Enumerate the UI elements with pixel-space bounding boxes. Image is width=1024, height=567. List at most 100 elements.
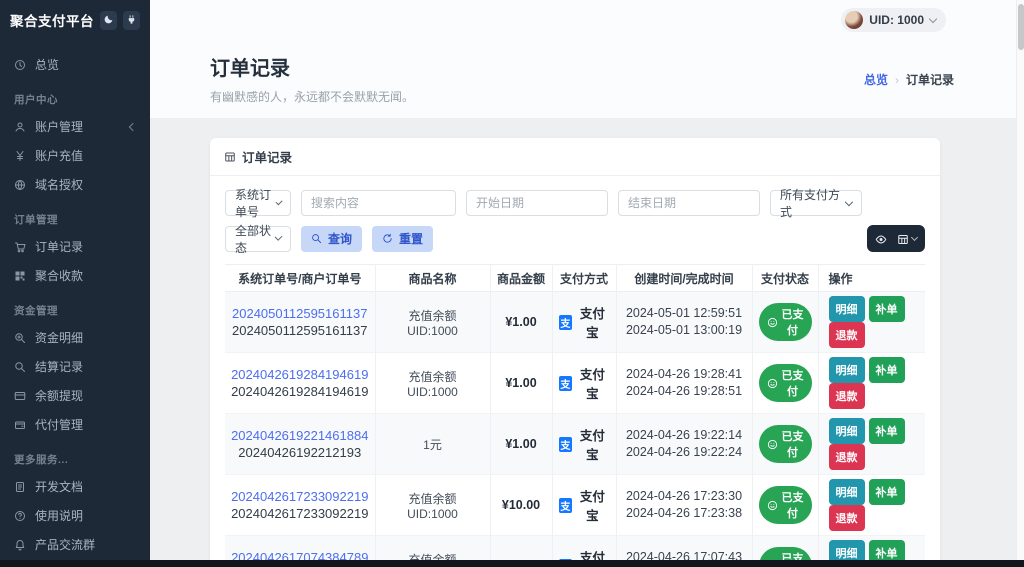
payment-method: 支支付宝 bbox=[558, 303, 610, 341]
sidebar-item-label: 代付管理 bbox=[35, 418, 84, 432]
action-refund-button[interactable]: 退款 bbox=[828, 383, 865, 409]
sidebar-item-question[interactable]: 使用说明 bbox=[0, 501, 150, 530]
header-block: UID: 1000 订单记录 有幽默感的人，永远都不会默默无闻。 总览 › 订单… bbox=[150, 0, 1024, 118]
payment-method: 支支付宝 bbox=[558, 425, 610, 463]
sidebar-item-search-plus[interactable]: 资金明细 bbox=[0, 323, 150, 352]
dark-mode-toggle[interactable] bbox=[100, 10, 117, 30]
sidebar-item-search[interactable]: 结算记录 bbox=[0, 352, 150, 381]
card-header: 订单记录 bbox=[210, 138, 940, 176]
toggle-visibility-button[interactable] bbox=[875, 233, 887, 245]
action-detail-button[interactable]: 明细 bbox=[828, 479, 865, 505]
finished-time: 2024-04-26 19:28:51 bbox=[625, 384, 743, 398]
query-button[interactable]: 查询 bbox=[301, 225, 363, 252]
sidebar-item-label: 账户充值 bbox=[35, 149, 84, 163]
topbar: UID: 1000 bbox=[150, 0, 1024, 40]
start-date-input[interactable] bbox=[476, 196, 598, 210]
sidebar-item-user[interactable]: 账户管理 bbox=[0, 112, 150, 141]
table-cell: 支支付宝 bbox=[552, 413, 617, 475]
end-date-input[interactable] bbox=[628, 196, 750, 210]
sidebar-item-label: 订单记录 bbox=[35, 240, 84, 254]
sidebar-item-card[interactable]: 余额提现 bbox=[0, 381, 150, 410]
finished-time: 2024-05-01 13:00:19 bbox=[625, 323, 743, 337]
action-refund-button[interactable]: 退款 bbox=[828, 444, 865, 470]
sidebar-item-label: 账户管理 bbox=[35, 120, 84, 134]
smile-icon bbox=[767, 439, 778, 450]
action-refund-button[interactable]: 退款 bbox=[828, 322, 865, 348]
column-header: 支付方式 bbox=[552, 264, 617, 292]
page-subtitle: 有幽默感的人，永远都不会默默无闻。 bbox=[210, 90, 415, 104]
doc-icon bbox=[14, 481, 26, 493]
column-header: 支付状态 bbox=[752, 264, 819, 292]
column-header: 创建时间/完成时间 bbox=[616, 264, 753, 292]
action-supplement-button[interactable]: 补单 bbox=[868, 296, 905, 322]
status-select[interactable]: 全部状态 bbox=[225, 224, 291, 255]
alipay-icon: 支 bbox=[558, 436, 573, 452]
status-value: 全部状态 bbox=[235, 223, 272, 255]
reset-button[interactable]: 重置 bbox=[372, 225, 434, 252]
main-area: UID: 1000 订单记录 有幽默感的人，永远都不会默默无闻。 总览 › 订单… bbox=[150, 0, 1024, 567]
search-icon bbox=[14, 361, 26, 373]
merchant-order-no: 20240426192212193 bbox=[238, 445, 362, 460]
action-detail-button[interactable]: 明细 bbox=[828, 296, 865, 322]
sidebar-item-doc[interactable]: 开发文档 bbox=[0, 472, 150, 501]
filter-row-1: 系统订单号 所有支付方式 bbox=[225, 188, 925, 219]
created-time: 2024-04-26 19:28:41 bbox=[625, 367, 743, 381]
chevron-left-icon bbox=[128, 122, 138, 131]
user-menu[interactable]: UID: 1000 bbox=[841, 8, 946, 32]
action-detail-button[interactable]: 明细 bbox=[828, 357, 865, 383]
pay-method-select[interactable]: 所有支付方式 bbox=[770, 188, 862, 219]
pin-sidebar-button[interactable] bbox=[123, 10, 140, 30]
finished-time: 2024-04-26 17:23:38 bbox=[625, 506, 743, 520]
page-scrollbar[interactable] bbox=[1016, 0, 1024, 560]
breadcrumb-separator: › bbox=[894, 72, 899, 87]
card-icon bbox=[14, 390, 26, 402]
system-order-link[interactable]: 2024042617233092219 bbox=[231, 488, 369, 505]
orders-table: 系统订单号/商户订单号 商品名称 商品金额 支付方式 创建时间/完成时间 支付状态 操作 2… bbox=[225, 264, 925, 567]
sidebar-item-cart[interactable]: 订单记录 bbox=[0, 232, 150, 261]
search-plus-icon bbox=[14, 332, 26, 344]
sidebar-item-yen[interactable]: 账户充值 bbox=[0, 141, 150, 170]
sidebar-item-overview[interactable]: 总览 bbox=[0, 50, 150, 79]
question-icon bbox=[14, 510, 26, 522]
columns-dropdown-button[interactable] bbox=[897, 233, 919, 245]
search-input[interactable] bbox=[311, 196, 446, 210]
logo-bar: 聚合支付平台 bbox=[0, 0, 150, 40]
scrollbar-thumb[interactable] bbox=[1018, 4, 1024, 50]
start-date-input-wrap bbox=[466, 190, 608, 216]
sidebar-item-bell[interactable]: 产品交流群 bbox=[0, 530, 150, 559]
action-detail-button[interactable]: 明细 bbox=[828, 418, 865, 444]
action-supplement-button[interactable]: 补单 bbox=[868, 418, 905, 444]
end-date-input-wrap bbox=[618, 190, 760, 216]
table-cell: ¥1.00 bbox=[490, 413, 553, 475]
order-records-card: 订单记录 系统订单号 所有支付方式 bbox=[210, 138, 940, 567]
action-supplement-button[interactable]: 补单 bbox=[868, 479, 905, 505]
sidebar-item-globe[interactable]: 域名授权 bbox=[0, 170, 150, 199]
table-cell: 2024-05-01 12:59:51 2024-05-01 13:00:19 bbox=[616, 291, 753, 353]
sidebar-section-title: 用户中心 bbox=[14, 94, 58, 106]
system-order-link[interactable]: 2024042619284194619 bbox=[231, 366, 369, 383]
search-input-wrap bbox=[301, 190, 456, 216]
table-cell: 2024042619284194619 2024042619284194619 bbox=[225, 352, 376, 414]
table-cell: 2024042617233092219 2024042617233092219 bbox=[225, 474, 376, 536]
status-badge: 已支付 bbox=[758, 486, 812, 524]
payment-method-name: 支付宝 bbox=[579, 429, 605, 462]
card-title: 订单记录 bbox=[242, 151, 293, 165]
status-badge: 已支付 bbox=[758, 425, 812, 463]
sidebar-item-label: 域名授权 bbox=[35, 178, 84, 192]
action-refund-button[interactable]: 退款 bbox=[828, 505, 865, 531]
query-label: 查询 bbox=[328, 232, 353, 246]
order-type-select[interactable]: 系统订单号 bbox=[225, 188, 291, 219]
table-cell: 已支付 bbox=[752, 352, 819, 414]
sidebar-item-label: 使用说明 bbox=[35, 509, 84, 523]
user-icon bbox=[14, 121, 26, 133]
order-type-value: 系统订单号 bbox=[235, 188, 272, 219]
system-order-link[interactable]: 2024050112595161137 bbox=[231, 305, 369, 322]
column-header: 系统订单号/商户订单号 bbox=[225, 264, 376, 292]
breadcrumb-root-link[interactable]: 总览 bbox=[864, 71, 888, 88]
table-cell: ¥1.00 bbox=[490, 291, 553, 353]
sidebar-item-label: 产品交流群 bbox=[35, 538, 96, 552]
sidebar-item-qr[interactable]: 聚合收款 bbox=[0, 261, 150, 290]
action-supplement-button[interactable]: 补单 bbox=[868, 357, 905, 383]
system-order-link[interactable]: 2024042619221461884 bbox=[231, 427, 369, 444]
sidebar-item-wallet[interactable]: 代付管理 bbox=[0, 410, 150, 439]
